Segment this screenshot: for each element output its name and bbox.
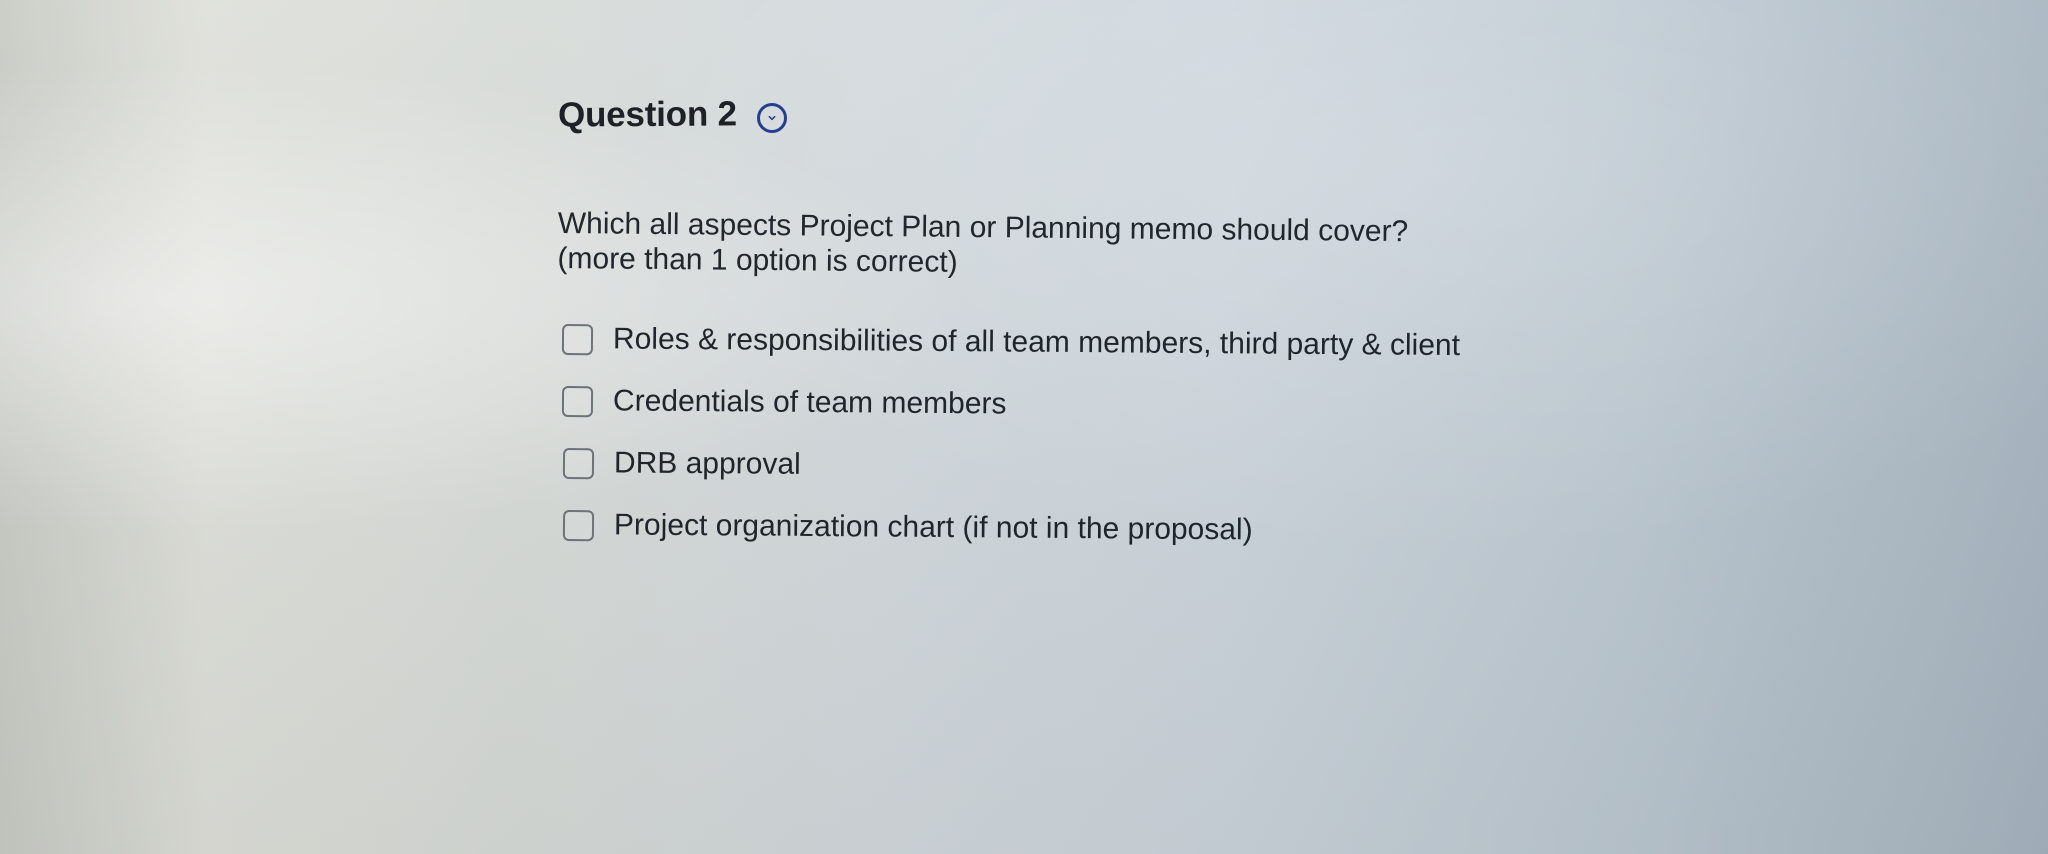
question-title: Question 2 bbox=[557, 94, 738, 136]
question-panel: Question 2 Which all aspects Project Pla… bbox=[557, 74, 1658, 594]
option-project-organization-chart[interactable]: Project organization chart (if not in th… bbox=[562, 508, 1658, 551]
question-prompt: Which all aspects Project Plan or Planni… bbox=[557, 206, 1658, 287]
option-drb-approval[interactable]: DRB approval bbox=[562, 446, 1658, 489]
checkbox[interactable] bbox=[562, 509, 595, 541]
question-header: Question 2 bbox=[558, 74, 1658, 156]
checkbox[interactable] bbox=[562, 447, 595, 479]
collapse-toggle-button[interactable] bbox=[756, 102, 787, 133]
option-label: Project organization chart (if not in th… bbox=[613, 508, 1253, 547]
option-roles-responsibilities[interactable]: Roles & responsibilities of all team mem… bbox=[561, 322, 1658, 365]
checkbox[interactable] bbox=[561, 385, 594, 417]
option-label: Credentials of team members bbox=[612, 384, 1007, 421]
checkbox[interactable] bbox=[561, 323, 594, 355]
option-label: DRB approval bbox=[613, 446, 801, 481]
option-label: Roles & responsibilities of all team mem… bbox=[612, 322, 1461, 362]
answer-options: Roles & responsibilities of all team mem… bbox=[558, 322, 1658, 546]
chevron-down-icon bbox=[768, 115, 776, 121]
option-credentials[interactable]: Credentials of team members bbox=[561, 384, 1658, 427]
